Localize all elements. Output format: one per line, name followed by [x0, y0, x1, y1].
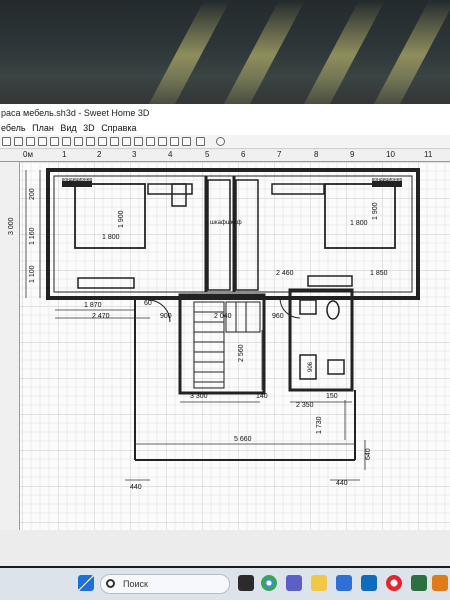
task-view-icon[interactable]: [238, 575, 254, 591]
menu-item-help[interactable]: Справка: [100, 122, 139, 133]
bed-label: 1 800: [102, 234, 120, 241]
dimension-label: 1 850: [370, 270, 388, 277]
dimension-label: 1 870: [84, 302, 102, 309]
background-stripe: [220, 0, 306, 110]
explorer-icon[interactable]: [311, 575, 327, 591]
taskbar: Поиск: [0, 568, 450, 600]
help-icon[interactable]: [216, 137, 225, 146]
windows-start-icon[interactable]: [78, 575, 94, 591]
dimension-label: 1 730: [316, 416, 323, 434]
add-furniture-icon[interactable]: [134, 137, 143, 146]
dimension-label: 440: [336, 480, 348, 487]
paste-icon[interactable]: [50, 137, 59, 146]
zoom-out-icon[interactable]: [158, 137, 167, 146]
dimension-label: 60: [144, 300, 152, 307]
dimension-label: 3 000: [8, 217, 15, 235]
toolbar: [0, 135, 450, 149]
menu-item-3d[interactable]: 3D: [82, 122, 98, 133]
dimension-label: 440: [130, 484, 142, 491]
search-box[interactable]: Поиск: [100, 574, 230, 594]
dimension-label: 1 160: [29, 227, 36, 245]
zoom-fit-icon[interactable]: [170, 137, 179, 146]
teams-icon[interactable]: [286, 575, 302, 591]
background-stripe: [300, 0, 386, 110]
dimension-label: 1 100: [29, 265, 36, 283]
dimension-label: 2 040: [214, 313, 232, 320]
photo-background: [0, 0, 450, 110]
wall-icon[interactable]: [86, 137, 95, 146]
bed-label: 1 900: [118, 210, 125, 228]
menu-item-view[interactable]: Вид: [59, 122, 79, 133]
search-placeholder: Поиск: [123, 579, 148, 589]
bed-label: 1 800: [350, 220, 368, 227]
dimension-icon[interactable]: [110, 137, 119, 146]
background-stripe: [370, 0, 450, 110]
room-icon[interactable]: [98, 137, 107, 146]
window-title: раса мебель.sh3d - Sweet Home 3D: [0, 104, 450, 122]
dimension-label: 640: [365, 448, 372, 460]
cut-icon[interactable]: [26, 137, 35, 146]
select-icon[interactable]: [62, 137, 71, 146]
wardrobe-label: шкафшкаф: [210, 220, 242, 226]
dimension-label: 150: [326, 393, 338, 400]
redo-icon[interactable]: [14, 137, 23, 146]
store-icon[interactable]: [336, 575, 352, 591]
text-icon[interactable]: [122, 137, 131, 146]
undo-icon[interactable]: [2, 137, 11, 146]
zoom-in-icon[interactable]: [146, 137, 155, 146]
plan-view[interactable]: 0м 1 2 3 4 5 6 7 8 9 10 11 3 000 200 1 1…: [0, 150, 450, 530]
ac-label-left: кондиционер: [62, 177, 93, 183]
app-window: раса мебель.sh3d - Sweet Home 3D ебель П…: [0, 104, 450, 566]
dimension-label: 2 350: [296, 402, 314, 409]
plan-labels: 3 000 200 1 160 1 100 кондиционер кондиц…: [0, 150, 450, 530]
chrome-icon[interactable]: [261, 575, 277, 591]
dimension-label: 140: [256, 393, 268, 400]
dimension-label: 960: [272, 313, 284, 320]
dimension-label: 3 300: [190, 393, 208, 400]
ac-label-right: кондиционер: [372, 177, 403, 183]
pan-icon[interactable]: [74, 137, 83, 146]
search-icon: [106, 579, 115, 588]
copy-icon[interactable]: [38, 137, 47, 146]
menu-item-plan[interactable]: План: [31, 122, 57, 133]
dimension-label: 906: [308, 361, 314, 372]
app-icon[interactable]: [432, 575, 448, 591]
dimension-label: 200: [29, 188, 36, 200]
dimension-label: 5 660: [234, 436, 252, 443]
dimension-label: 2 560: [238, 344, 245, 362]
background-stripe: [145, 0, 231, 110]
dimension-label: 2 470: [92, 313, 110, 320]
menu-item-furniture[interactable]: ебель: [0, 122, 29, 133]
dimension-label: 2 460: [276, 270, 294, 277]
outlook-icon[interactable]: [361, 575, 377, 591]
sweethome3d-icon[interactable]: [411, 575, 427, 591]
dimension-label: 900: [160, 313, 172, 320]
menu-bar: ебель План Вид 3D Справка: [0, 122, 450, 135]
bed-label: 1 900: [372, 202, 379, 220]
plan-icon[interactable]: [196, 137, 205, 146]
layer-icon[interactable]: [182, 137, 191, 146]
opera-icon[interactable]: [386, 575, 402, 591]
